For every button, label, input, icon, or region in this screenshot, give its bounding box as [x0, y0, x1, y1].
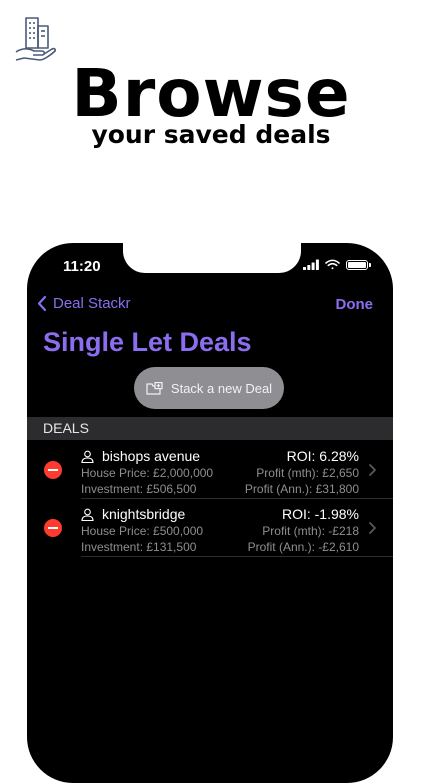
phone-screen: 11:20 Deal Stackr Done Single Let Deals … [27, 243, 393, 783]
deal-row[interactable]: bishops avenue House Price: £2,000,000 I… [27, 441, 393, 499]
deal-row-left: knightsbridge House Price: £500,000 Inve… [81, 506, 203, 555]
chevron-right-icon[interactable] [367, 521, 377, 535]
deal-row-left: bishops avenue House Price: £2,000,000 I… [81, 448, 213, 497]
deals-section-header: DEALS [27, 417, 393, 440]
deals-list: bishops avenue House Price: £2,000,000 I… [27, 441, 393, 557]
chevron-right-icon[interactable] [367, 463, 377, 477]
status-icons [303, 259, 371, 270]
promo-subheadline: your saved deals [91, 120, 331, 149]
back-button-label: Deal Stackr [53, 295, 131, 312]
person-icon [81, 508, 94, 521]
page-title: Single Let Deals [43, 327, 252, 357]
folder-add-icon [146, 381, 163, 395]
deal-name-text: bishops avenue [102, 448, 201, 464]
building-in-hand-icon [14, 14, 58, 64]
profit-month: Profit (mth): £2,650 [256, 466, 359, 480]
roi: ROI: 6.28% [286, 448, 359, 464]
phone-notch [123, 243, 301, 273]
status-time: 11:20 [63, 258, 101, 275]
profit-annual: Profit (Ann.): £31,800 [244, 482, 359, 496]
stack-new-deal-label: Stack a new Deal [170, 380, 273, 396]
person-icon [81, 450, 94, 463]
battery-icon [346, 259, 368, 270]
battery-tip [369, 262, 371, 267]
deal-name-text: knightsbridge [102, 506, 186, 522]
profit-annual: Profit (Ann.): -£2,610 [247, 540, 359, 554]
deal-name: knightsbridge [81, 506, 203, 523]
signal-icon [303, 259, 319, 270]
house-price: House Price: £500,000 [81, 524, 204, 538]
roi: ROI: -1.98% [281, 506, 359, 522]
delete-deal-button[interactable] [44, 519, 62, 537]
deal-row[interactable]: knightsbridge House Price: £500,000 Inve… [27, 499, 393, 557]
wifi-icon [325, 259, 340, 270]
house-price: House Price: £2,000,000 [81, 466, 214, 480]
deal-row-right: ROI: 6.28% Profit (mth): £2,650 Profit (… [245, 448, 359, 497]
deal-name: bishops avenue [81, 448, 213, 465]
done-button[interactable]: Done [336, 296, 374, 313]
profit-month: Profit (mth): -£218 [262, 524, 359, 538]
delete-deal-button[interactable] [44, 461, 62, 479]
back-button[interactable]: Deal Stackr [37, 295, 131, 312]
row-separator [81, 556, 393, 557]
chevron-left-icon [37, 295, 47, 312]
investment: Investment: £131,500 [81, 540, 197, 554]
deal-row-right: ROI: -1.98% Profit (mth): -£218 Profit (… [248, 506, 359, 555]
investment: Investment: £506,500 [81, 482, 197, 496]
stack-new-deal-button[interactable]: Stack a new Deal [134, 367, 284, 409]
